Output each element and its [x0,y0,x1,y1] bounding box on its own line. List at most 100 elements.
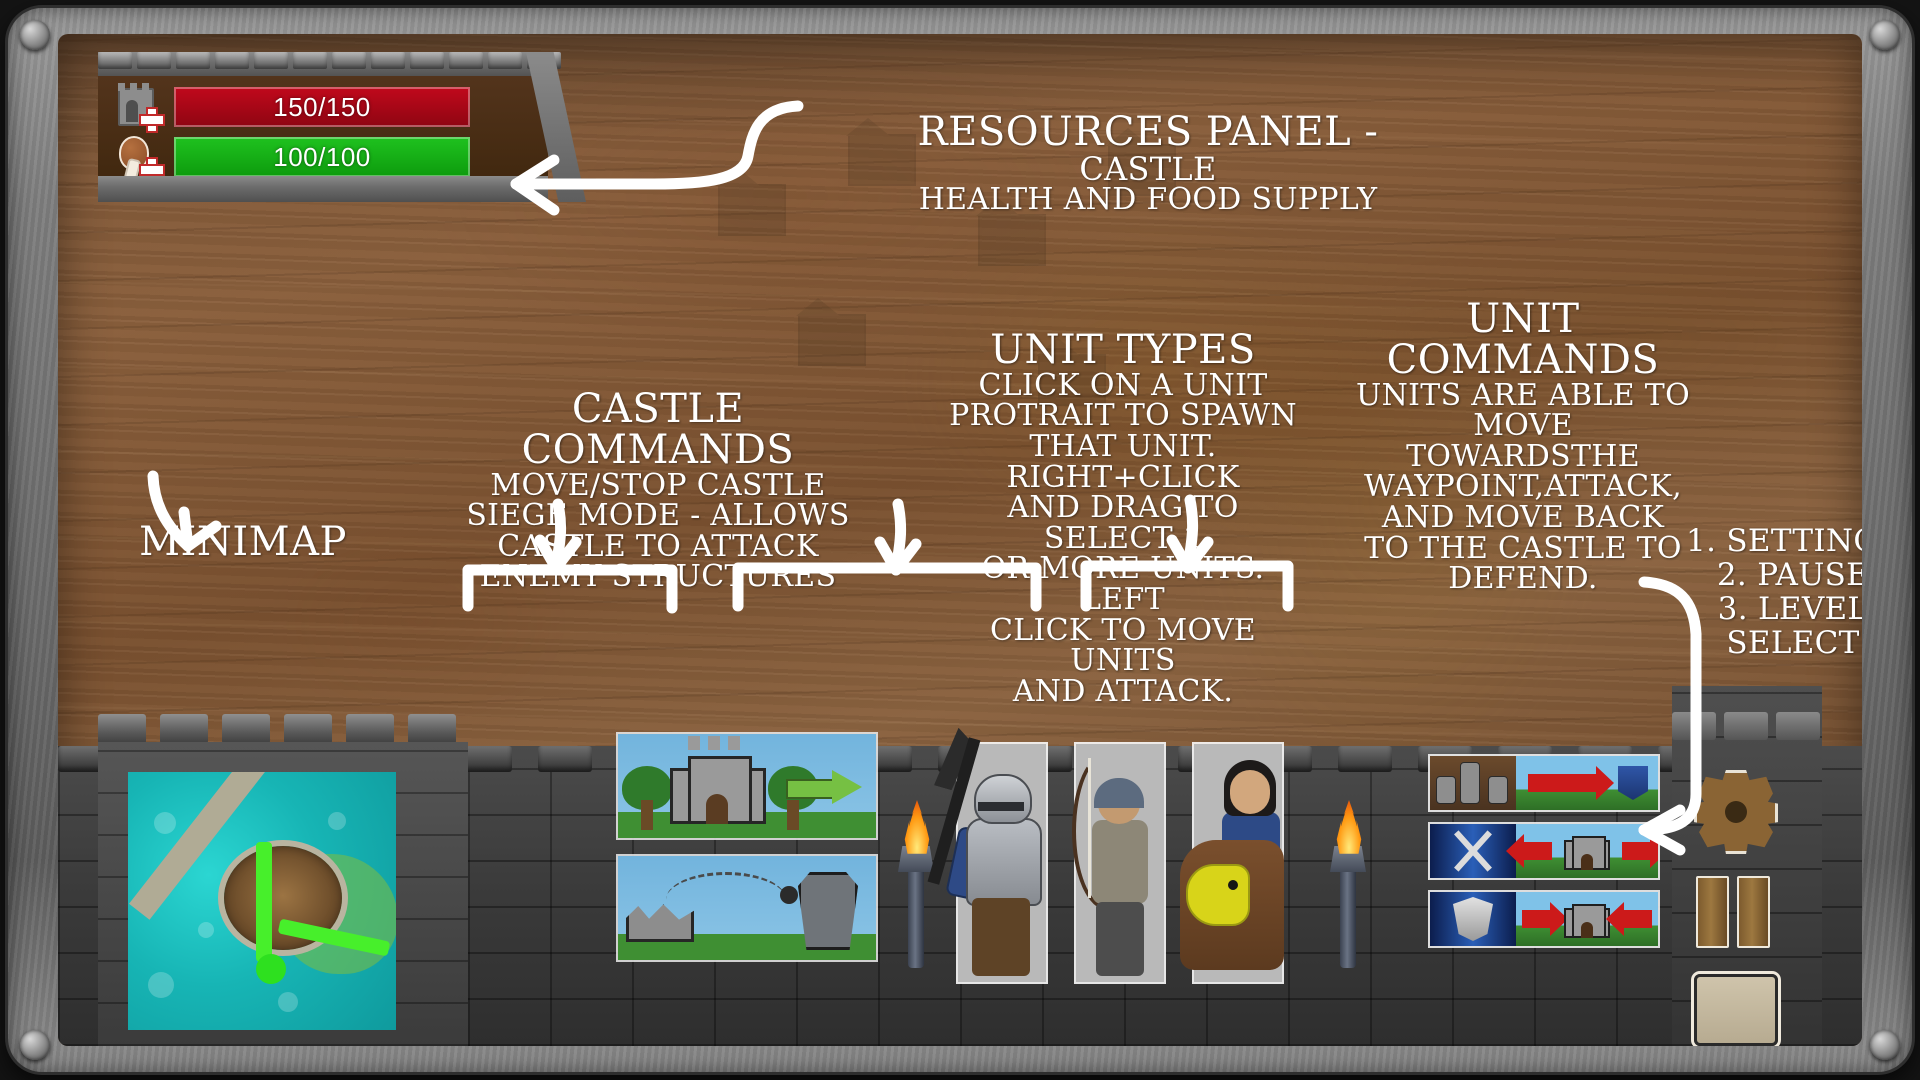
food-drumstick-icon [116,134,163,181]
food-row: 100/100 [116,134,470,181]
troops-icon [1430,756,1516,810]
annotation-units-body-4: AND DRAG TO SELECT 1 [1007,490,1239,556]
red-arrow-right-in-icon [1522,902,1568,936]
food-value: 100/100 [273,141,371,172]
unit-defend-castle-button[interactable] [1430,892,1658,946]
system-buttons-tower [1672,686,1822,1046]
annotation-castle-heading-2: COMMANDS [521,426,795,473]
castle-health-icon [116,83,163,131]
unit-move-to-waypoint-button[interactable] [1430,756,1658,810]
annotation-unitcmd-body-4: WAYPOINT,ATTACK, [1364,469,1682,505]
bracket-unit-commands [1080,560,1294,612]
frame-rivet-bottom-right [1870,1030,1900,1060]
gear-icon[interactable] [1694,770,1778,854]
annotation-unit-commands: UNIT COMMANDS UNITS ARE ABLE TO MOVE TOW… [1338,299,1708,595]
arrow-head-minimap [178,506,222,552]
red-arrow-left-out-icon [1522,842,1552,860]
annotation-unitcmd-body-5: AND MOVE BACK [1381,499,1665,535]
resources-panel-body: 150/150 100/100 [98,76,548,181]
frame-rivet-top-right [1870,20,1900,50]
background-town-ghost [678,74,1238,454]
red-arrow-left-in-icon [1622,910,1652,928]
bracket-castle-commands [462,564,678,614]
minimap-frame [98,686,468,1046]
cannonball-icon [780,886,798,904]
arrow-to-minimap [147,470,194,552]
arrow-head-units [874,536,922,576]
annotation-unitcmd-heading-1: UNIT [1466,296,1580,342]
annotation-units-body-3: THAT UNIT. RIGHT+CLICK [1006,428,1240,495]
annotation-units-body-1: CLICK ON A UNIT [978,367,1268,403]
arrow-head-unitcmd [1166,534,1214,574]
scroll-icon[interactable] [1694,974,1778,1046]
food-bar: 100/100 [174,137,470,177]
annotation-units-body-6: CLICK TO MOVE UNITS [989,612,1257,679]
annotation-castle-body-4: ENEMY STRUCTURES [479,559,837,595]
unit-portrait-archer[interactable] [1072,744,1164,982]
torch-left [894,800,940,968]
annotation-minimap-heading: MINIMAP [139,519,347,565]
pause-icon[interactable] [1696,876,1770,948]
health-value: 150/150 [273,91,371,122]
arrow-to-castle-commands [550,498,567,574]
annotation-units-body-2: PROTRAIT TO SPAWN [949,398,1297,434]
annotation-unitcmd-body-3: TOWARDSTHE [1406,438,1640,474]
castle-siege-mode-button[interactable] [618,856,876,960]
enemy-tower-icon [798,872,858,950]
annotation-castle-heading-1: CASTLE [571,386,745,432]
waypoint-banner-icon [1618,766,1648,800]
health-bar: 150/150 [174,87,470,127]
annotation-castle-body-2: SIEGE MODE - ALLOWS [466,498,850,534]
mini-castle-icon [1564,832,1610,870]
annotation-unitcmd-heading-2: COMMANDS [1386,336,1660,383]
arrow-to-unit-commands [1182,494,1199,574]
arrow-to-unit-types [890,498,907,576]
unit-portrait-cavalry[interactable] [1180,744,1284,982]
castle-with-green-arrow-icon [670,736,766,824]
resources-panel: 150/150 100/100 [98,52,586,202]
castle-inward-arrows-scene [1516,892,1658,946]
annotation-settings-item-2: 2. PAUSE [1716,557,1862,594]
mini-castle-defend-icon [1564,900,1610,938]
game-screen: 150/150 100/100 RESOURCES PANEL - CASTLE [0,0,1920,1080]
panel-bottom-wall [98,176,548,202]
annotation-resources-body: HEALTH AND FOOD SUPPLY [918,182,1378,218]
shield-icon [1430,892,1516,946]
annotation-units-heading: UNIT TYPES [990,327,1256,373]
wooden-board-background: 150/150 100/100 RESOURCES PANEL - CASTLE [58,34,1862,1046]
annotation-unit-types: UNIT TYPES CLICK ON A UNIT PROTRAIT TO S… [938,330,1308,707]
annotation-minimap: MINIMAP [128,522,358,563]
castle-move-stop-button[interactable] [618,734,876,838]
annotation-resources-heading-suffix: CASTLE [1079,149,1217,188]
annotation-castle-body-3: CASTLE TO ATTACK [497,528,819,564]
bottom-hud-bar [58,686,1862,1046]
annotation-resources-panel: RESOURCES PANEL - CASTLE HEALTH AND FOOD… [848,112,1448,216]
tower-merlons [1672,712,1822,744]
waypoint-banner-scene [1516,756,1658,810]
unit-portrait-swordsman[interactable] [927,744,1046,982]
annotation-settings-list: 1. SETTINGS 2. PAUSE 3. LEVEL SELECT [1658,524,1862,660]
frame-rivet-bottom-left [20,1030,50,1060]
unit-attack-button[interactable] [1430,824,1658,878]
crossed-swords-icon [1430,824,1516,878]
torch-right [1326,800,1372,968]
annotation-unitcmd-body-6: TO THE CASTLE TO [1364,530,1682,566]
annotation-unitcmd-body-7: DEFEND. [1448,561,1598,597]
annotation-unitcmd-body-2: MOVE [1473,408,1573,444]
frame-rivet-top-left [20,20,50,50]
red-arrow-right-icon [1528,766,1614,800]
minimap-castle-marker [256,842,272,962]
annotation-castle-body-1: MOVE/STOP CASTLE [490,467,826,503]
minimap-unit-dot [256,954,286,984]
minimap[interactable] [128,772,396,1030]
green-arrow-icon [786,770,862,804]
castle-outward-arrows-scene [1516,824,1658,878]
annotation-settings-item-3: 3. LEVEL [1717,591,1862,628]
health-row: 150/150 [116,83,470,131]
annotation-settings-item-4: SELECT [1726,625,1860,662]
annotation-units-body-5: OR MORE UNITS. LEFT [981,551,1265,617]
arrow-head-castle [534,534,582,574]
annotation-settings-item-1: 1. SETTINGS [1686,523,1862,559]
annotation-castle-commands: CASTLE COMMANDS MOVE/STOP CASTLE SIEGE M… [458,389,858,593]
bracket-unit-types [732,562,1042,612]
